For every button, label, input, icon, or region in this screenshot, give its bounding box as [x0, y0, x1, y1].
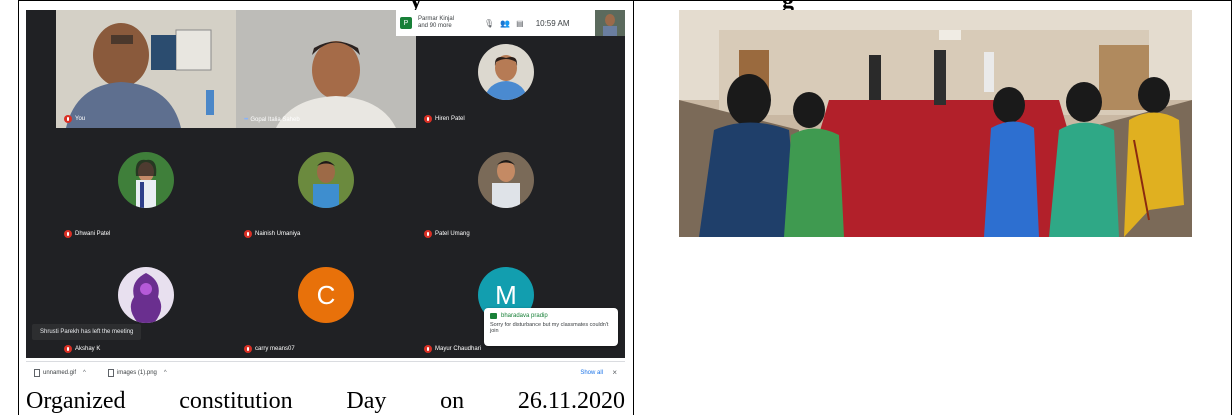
- chat-icon: [490, 313, 497, 319]
- meeting-top-bar: P Parmar Kinjal and 90 more 🎙 👥 ▤ 10:59 …: [396, 10, 625, 36]
- meeting-screenshot: You ••• Gopal Italia Saheb Hiren Patel D…: [26, 10, 625, 358]
- file-icon: [107, 368, 114, 377]
- video-tile-hiren: Hiren Patel: [416, 36, 625, 128]
- self-view-thumbnail[interactable]: [595, 10, 625, 36]
- download-item[interactable]: images (1).png ^: [107, 368, 167, 377]
- video-tile-akshay: Akshay K: [56, 250, 236, 358]
- close-icon[interactable]: ×: [612, 368, 617, 377]
- tile-name-akshay: Akshay K: [64, 345, 100, 353]
- participant-summary[interactable]: Parmar Kinjal and 90 more: [418, 16, 478, 30]
- avatar: [298, 152, 354, 208]
- participant-badge: P: [400, 17, 412, 29]
- participant-video: [236, 10, 416, 128]
- table-divider: [633, 0, 634, 415]
- mic-off-icon[interactable]: 🎙: [484, 19, 494, 28]
- avatar: [478, 44, 534, 100]
- tile-name-hiren: Hiren Patel: [424, 115, 465, 123]
- speaking-indicator-icon: •••: [244, 117, 248, 123]
- mic-off-icon: [424, 345, 432, 353]
- tile-name-umang: Patel Umang: [424, 230, 470, 238]
- tile-name-gopal: ••• Gopal Italia Saheb: [244, 117, 300, 123]
- video-tile-dhwani: Dhwani Patel: [56, 135, 236, 243]
- mic-off-icon: [64, 345, 72, 353]
- meeting-clock: 10:59 AM: [535, 18, 570, 28]
- video-tile-carry: C carry means07: [236, 250, 416, 358]
- mic-off-icon: [424, 230, 432, 238]
- chevron-up-icon[interactable]: ^: [83, 370, 86, 376]
- mic-off-icon: [64, 230, 72, 238]
- table-left-border: [18, 0, 19, 415]
- chat-sender: bharadava pradip: [490, 313, 612, 319]
- video-tile-gopal: ••• Gopal Italia Saheb: [236, 10, 416, 128]
- avatar-letter: C: [298, 267, 354, 323]
- photo-caption: Organized constitution Day on 26.11.2020: [26, 388, 625, 414]
- tile-name-nainish: Nainish Umaniya: [244, 230, 300, 238]
- participant-video: [56, 10, 236, 128]
- tile-name-carry: carry means07: [244, 345, 295, 353]
- show-all-link[interactable]: Show all: [580, 370, 603, 376]
- mic-off-icon: [424, 115, 432, 123]
- event-photo: [679, 10, 1192, 237]
- avatar: [118, 267, 174, 323]
- chat-notification[interactable]: bharadava pradip Sorry for disturbance b…: [484, 308, 618, 346]
- chevron-up-icon[interactable]: ^: [164, 370, 167, 376]
- mic-off-icon: [64, 115, 72, 123]
- downloads-bar: unnamed.gif ^ images (1).png ^ Show all …: [26, 361, 625, 383]
- file-icon: [34, 368, 40, 377]
- left-meeting-toast: Shrusti Parekh has left the meeting: [32, 324, 142, 340]
- people-icon[interactable]: 👥: [500, 19, 510, 28]
- download-item[interactable]: unnamed.gif ^: [34, 368, 86, 377]
- video-tile-umang: Patel Umang: [416, 135, 625, 243]
- auditorium-photo: [679, 10, 1192, 237]
- chat-message: Sorry for disturbance but my classmates …: [490, 322, 609, 334]
- tile-name-you: You: [64, 115, 85, 123]
- mic-off-icon: [244, 345, 252, 353]
- avatar: [118, 152, 174, 208]
- tile-name-dhwani: Dhwani Patel: [64, 230, 110, 238]
- mic-off-icon: [244, 230, 252, 238]
- tile-name-mayur: Mayur Chaudhari: [424, 345, 481, 353]
- chat-icon[interactable]: ▤: [516, 19, 524, 28]
- video-tile-you: You: [56, 10, 236, 128]
- avatar: [478, 152, 534, 208]
- video-tile-nainish: Nainish Umaniya: [236, 135, 416, 243]
